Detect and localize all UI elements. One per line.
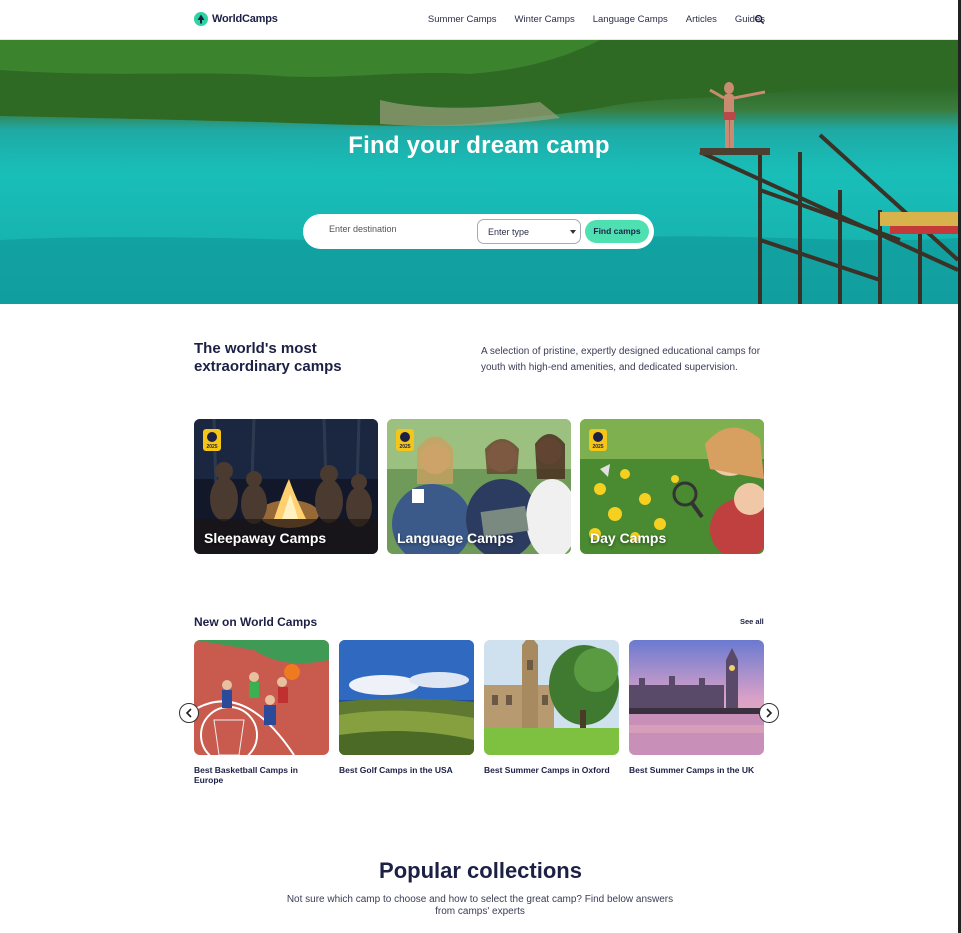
type-select-value: Enter type xyxy=(488,227,530,237)
destination-input[interactable] xyxy=(329,224,469,234)
new-section-title: New on World Camps xyxy=(194,615,318,629)
nav-summer-camps[interactable]: Summer Camps xyxy=(428,14,497,25)
logo-text: WorldCamps xyxy=(212,13,278,25)
intro-text: A selection of pristine, expertly design… xyxy=(481,346,761,373)
carousel-prev-button[interactable] xyxy=(179,703,199,723)
tree-icon xyxy=(194,12,208,26)
nav-articles[interactable]: Articles xyxy=(686,14,717,25)
see-all-link[interactable]: See all xyxy=(740,617,764,626)
new-card-label: Best Summer Camps in the UK xyxy=(629,765,755,775)
category-card-day[interactable]: 2025 Day Camps xyxy=(580,419,764,554)
london-image xyxy=(629,640,764,755)
golf-course-image xyxy=(339,640,474,755)
nav-language-camps[interactable]: Language Camps xyxy=(593,14,668,25)
site-header: WorldCamps Summer Camps Winter Camps Lan… xyxy=(0,0,961,40)
hero-lagoon-image xyxy=(0,40,958,304)
oxford-image xyxy=(484,640,619,755)
category-label: Day Camps xyxy=(590,530,667,546)
award-badge-icon: 2025 xyxy=(203,429,221,451)
find-camps-button[interactable]: Find camps xyxy=(585,220,649,243)
hero-title: Find your dream camp xyxy=(348,132,610,159)
svg-text:2025: 2025 xyxy=(592,444,603,450)
new-card-label: Best Golf Camps in the USA xyxy=(339,765,453,775)
category-card-language[interactable]: 2025 Language Camps xyxy=(387,419,571,554)
nav-winter-camps[interactable]: Winter Camps xyxy=(515,14,575,25)
new-card-basketball[interactable]: Best Basketball Camps in Europe xyxy=(194,640,329,785)
chevron-left-icon xyxy=(185,708,192,718)
new-card-label: Best Basketball Camps in Europe xyxy=(194,765,298,785)
type-select[interactable]: Enter type xyxy=(477,219,581,244)
chevron-down-icon xyxy=(570,230,576,234)
award-badge-icon: 2025 xyxy=(589,429,607,451)
new-card-golf[interactable]: Best Golf Camps in the USA xyxy=(339,640,474,775)
search-icon[interactable] xyxy=(754,14,765,25)
award-badge-icon: 2025 xyxy=(396,429,414,451)
popular-title: Popular collections xyxy=(379,858,582,883)
hero-banner: Find your dream camp Enter type Find cam… xyxy=(0,40,958,304)
category-card-sleepaway[interactable]: 2025 Sleepaway Camps xyxy=(194,419,378,554)
carousel-next-button[interactable] xyxy=(759,703,779,723)
new-card-uk[interactable]: Best Summer Camps in the UK xyxy=(629,640,764,775)
site-logo[interactable]: WorldCamps xyxy=(194,12,278,26)
chevron-right-icon xyxy=(766,708,773,718)
category-label: Sleepaway Camps xyxy=(204,530,327,546)
svg-text:2025: 2025 xyxy=(206,444,217,450)
main-nav: Summer Camps Winter Camps Language Camps… xyxy=(428,14,765,25)
category-label: Language Camps xyxy=(397,530,514,546)
basketball-image xyxy=(194,640,329,755)
popular-text: Not sure which camp to choose and how to… xyxy=(286,894,674,917)
new-card-oxford[interactable]: Best Summer Camps in Oxford xyxy=(484,640,619,775)
hero-search-box: Enter type Find camps xyxy=(303,214,654,249)
intro-title: The world's most extraordinary camps xyxy=(194,340,342,375)
svg-text:2025: 2025 xyxy=(399,444,410,450)
new-card-label: Best Summer Camps in Oxford xyxy=(484,765,610,775)
